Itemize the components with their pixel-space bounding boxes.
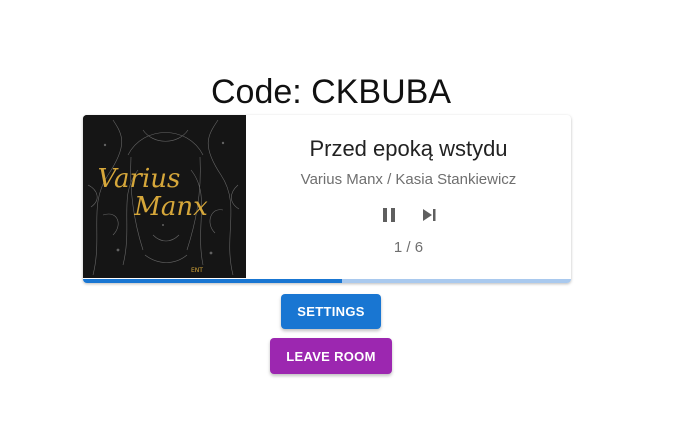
svg-text:Varius: Varius <box>98 164 181 194</box>
album-cover: Varius Manx ENT <box>83 115 246 278</box>
skip-next-button[interactable] <box>416 203 442 227</box>
track-title: Przed epoką wstydu <box>309 136 508 161</box>
track-counter: 1 / 6 <box>393 239 424 256</box>
leave-room-button[interactable]: LEAVE ROOM <box>270 338 392 374</box>
playback-controls <box>246 203 571 227</box>
pause-button[interactable] <box>376 203 402 227</box>
track-artist: Varius Manx / Kasia Stankiewicz <box>300 171 517 188</box>
now-playing-card: Varius Manx ENT Przed epoką wstydu Variu… <box>83 115 571 283</box>
album-cover-art: Varius Manx ENT <box>83 115 246 278</box>
settings-button[interactable]: SETTINGS <box>281 294 381 329</box>
music-room-page: Code: CKBUBA Varius Manx ENT Przed epoką… <box>0 0 686 432</box>
pause-icon <box>382 208 395 222</box>
svg-text:Manx: Manx <box>133 192 208 222</box>
room-code-heading: Code: CKBUBA <box>211 73 451 111</box>
skip-next-icon <box>422 209 435 221</box>
playback-progress-fill <box>83 279 342 283</box>
track-info: Przed epoką wstydu Varius Manx / Kasia S… <box>246 115 571 278</box>
svg-text:ENT: ENT <box>191 267 203 274</box>
playback-progress-bar <box>83 279 571 283</box>
